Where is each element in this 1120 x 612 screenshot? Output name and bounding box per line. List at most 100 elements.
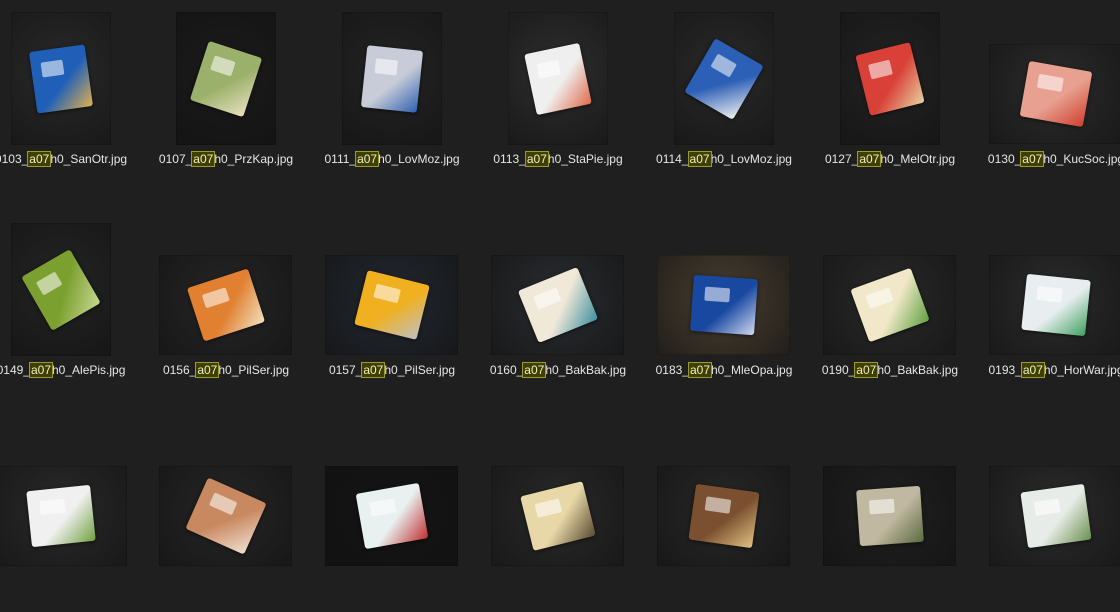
file-name-label[interactable]: 0193_a07h0_HorWar.jpg: [953, 362, 1120, 378]
file-thumbnail-image[interactable]: [989, 255, 1120, 355]
file-name-prefix: 0160_: [489, 363, 524, 377]
file-name-suffix: h0_MelOtr.jpg: [880, 152, 956, 166]
thumbnail-area: [309, 211, 475, 359]
file-name-prefix: 0183_: [655, 363, 689, 377]
file-thumbnail-image[interactable]: [674, 12, 774, 145]
file-thumbnail-image[interactable]: [159, 255, 292, 355]
file-tile[interactable]: 0107_a07h0_PrzKap.jpg: [143, 0, 309, 190]
file-tile[interactable]: 0114_a07h0_LovMoz.jpg: [641, 0, 807, 190]
search-match-highlight: a07: [27, 151, 52, 167]
thumbnail-area: [143, 211, 309, 359]
file-tile[interactable]: [807, 422, 973, 612]
file-thumbnail-image[interactable]: [989, 44, 1120, 144]
file-name-prefix: 0113_: [493, 152, 526, 166]
package-photo-shape: [355, 482, 428, 550]
file-thumbnail-image[interactable]: [325, 255, 458, 355]
search-match-highlight: a07: [1020, 362, 1045, 378]
file-tile[interactable]: [309, 422, 475, 612]
package-photo-shape: [687, 483, 760, 549]
package-photo-shape: [855, 41, 925, 116]
thumbnail-area: [475, 0, 641, 148]
file-tile[interactable]: [0, 422, 144, 612]
package-photo-shape: [28, 43, 94, 114]
package-photo-shape: [524, 42, 592, 115]
package-photo-shape: [21, 248, 101, 331]
file-tile[interactable]: [143, 422, 309, 612]
thumbnail-area: [0, 211, 144, 359]
file-tile[interactable]: 0183_a07h0_MleOpa.jpg: [641, 211, 807, 401]
file-name-suffix: h0_PilSer.jpg: [384, 363, 456, 377]
file-thumbnail-image[interactable]: [11, 12, 111, 145]
file-name-prefix: 0193_: [988, 363, 1022, 377]
search-match-highlight: a07: [1020, 151, 1045, 167]
thumbnail-area: [143, 0, 309, 148]
file-thumbnail-image[interactable]: [176, 12, 276, 145]
file-thumbnail-image[interactable]: [657, 466, 790, 566]
file-tile[interactable]: 0160_a07h0_BakBak.jpg: [475, 211, 641, 401]
file-thumbnail-image[interactable]: [508, 12, 608, 145]
package-photo-shape: [1019, 60, 1092, 128]
package-photo-shape: [849, 267, 930, 343]
file-thumbnail-image[interactable]: [0, 466, 127, 566]
file-tile[interactable]: 0130_a07h0_KucSoc.jpg: [973, 0, 1120, 190]
search-match-highlight: a07: [857, 151, 882, 167]
file-tile[interactable]: 0127_a07h0_MelOtr.jpg: [807, 0, 973, 190]
package-photo-shape: [855, 485, 924, 547]
file-thumbnail-image[interactable]: [491, 466, 624, 566]
file-tile[interactable]: [973, 422, 1120, 612]
search-match-highlight: a07: [687, 362, 713, 378]
file-thumbnail-image[interactable]: [823, 255, 956, 355]
file-name-prefix: 0157_: [328, 363, 363, 377]
file-name-prefix: 0114_: [656, 152, 689, 166]
file-tile[interactable]: 0111_a07h0_LovMoz.jpg: [309, 0, 475, 190]
file-tile[interactable]: [641, 422, 807, 612]
file-thumbnail-image[interactable]: [159, 466, 292, 566]
file-thumbnail-image[interactable]: [491, 255, 624, 355]
file-name-suffix: h0_SanOtr.jpg: [50, 152, 128, 166]
package-photo-shape: [184, 477, 267, 555]
package-photo-shape: [689, 274, 758, 336]
package-photo-shape: [186, 268, 265, 342]
package-photo-shape: [1019, 483, 1092, 549]
thumbnail-area: [973, 211, 1120, 359]
file-thumbnail-image[interactable]: [657, 255, 790, 355]
thumbnail-area: [641, 211, 807, 359]
file-tile[interactable]: 0156_a07h0_PilSer.jpg: [143, 211, 309, 401]
file-thumbnail-image[interactable]: [823, 466, 956, 566]
file-name-suffix: h0_BakBak.jpg: [545, 363, 627, 377]
file-name-prefix: 0127_: [824, 152, 859, 166]
file-thumbnail-image[interactable]: [325, 466, 458, 566]
thumbnail-area: [0, 0, 144, 148]
file-name-prefix: 0107_: [158, 152, 193, 166]
file-name-suffix: h0_LovMoz.jpg: [710, 152, 792, 166]
package-photo-shape: [25, 484, 96, 548]
file-tile[interactable]: [475, 422, 641, 612]
file-thumbnail-image[interactable]: [989, 466, 1120, 566]
search-match-highlight: a07: [687, 151, 712, 167]
file-name-label[interactable]: 0130_a07h0_KucSoc.jpg: [953, 151, 1120, 167]
thumbnail-area: [143, 422, 309, 570]
file-thumbnail-image[interactable]: [840, 12, 940, 145]
package-photo-shape: [684, 37, 764, 120]
package-photo-shape: [353, 270, 430, 340]
file-name-suffix: h0_BakBak.jpg: [877, 363, 959, 377]
search-match-highlight: a07: [355, 151, 380, 167]
thumbnail-area: [973, 422, 1120, 570]
thumbnail-area: [973, 0, 1120, 148]
search-match-highlight: a07: [524, 151, 549, 167]
file-tile[interactable]: 0190_a07h0_BakBak.jpg: [807, 211, 973, 401]
thumbnail-area: [807, 422, 973, 570]
search-match-highlight: a07: [854, 362, 879, 378]
thumbnail-area: [475, 422, 641, 570]
thumbnail-area: [807, 211, 973, 359]
file-tile[interactable]: 0113_a07h0_StaPie.jpg: [475, 0, 641, 190]
file-thumbnail-image[interactable]: [342, 12, 442, 145]
file-name-suffix: h0_KucSoc.jpg: [1043, 152, 1120, 166]
file-tile[interactable]: 0157_a07h0_PilSer.jpg: [309, 211, 475, 401]
thumbnail-area: [641, 0, 807, 148]
file-thumbnail-image[interactable]: [11, 223, 111, 356]
package-photo-shape: [360, 44, 424, 113]
file-tile[interactable]: 0193_a07h0_HorWar.jpg: [973, 211, 1120, 401]
package-photo-shape: [517, 267, 598, 343]
file-name-prefix: 0130_: [987, 152, 1022, 166]
